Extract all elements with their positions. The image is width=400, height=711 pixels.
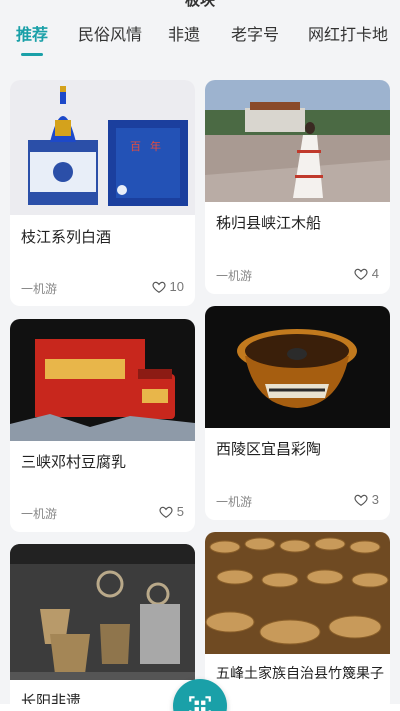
content-card[interactable]: 秭归县峡江木船 一机游 4: [205, 80, 390, 294]
content-card[interactable]: 长阳非遗: [10, 544, 195, 711]
svg-text:年: 年: [150, 139, 161, 153]
heart-icon: [151, 281, 166, 293]
content-card[interactable]: 五峰土家族自治县竹篾果子: [205, 532, 390, 711]
like-button[interactable]: 4: [354, 266, 379, 281]
card-title: 五峰土家族自治县竹篾果子: [216, 665, 384, 681]
tofu-gift-image: [10, 319, 195, 441]
svg-text:百: 百: [130, 140, 141, 153]
category-tabs: 推荐 民俗风情 非遗 老字号 网红打卡地: [0, 24, 400, 56]
card-source: 一机游: [216, 269, 253, 283]
heart-icon: [354, 494, 368, 506]
like-count: 3: [371, 492, 379, 507]
page-title: 板块: [184, 0, 215, 9]
content-card[interactable]: 三峡邓村豆腐乳 一机游 5: [10, 319, 195, 532]
plaza-image: [205, 80, 390, 202]
like-button[interactable]: 3: [354, 492, 379, 507]
tab-folk-customs[interactable]: 民俗风情: [78, 24, 142, 48]
tab-time-honored-brands[interactable]: 老字号: [231, 24, 279, 48]
scan-icon: [189, 696, 211, 711]
pottery-image: [205, 306, 390, 428]
tab-recommended[interactable]: 推荐: [16, 24, 48, 56]
content-card[interactable]: 百 年 枝江系列白酒 一机游 10: [10, 80, 195, 306]
content-card[interactable]: 西陵区宜昌彩陶 一机游 3: [205, 306, 390, 520]
like-button[interactable]: 10: [151, 279, 184, 294]
card-title: 三峡邓村豆腐乳: [21, 454, 127, 471]
heart-icon: [159, 506, 173, 518]
top-bar: 板块 推荐 民俗风情 非遗 老字号 网红打卡地: [0, 0, 400, 62]
like-count: 4: [371, 266, 379, 281]
like-count: 5: [176, 504, 184, 519]
like-button[interactable]: 5: [159, 504, 184, 519]
card-source: 一机游: [21, 507, 58, 521]
liquor-image: 百 年: [10, 80, 195, 215]
card-source: 一机游: [21, 282, 58, 296]
card-title: 西陵区宜昌彩陶: [216, 441, 322, 458]
card-source: 一机游: [216, 495, 253, 509]
baskets-exhibit-image: [10, 544, 195, 680]
bamboo-baskets-image: [205, 532, 390, 654]
like-count: 10: [169, 279, 184, 294]
card-title: 枝江系列白酒: [21, 229, 112, 246]
tab-internet-famous-spots[interactable]: 网红打卡地: [308, 24, 388, 48]
active-tab-indicator: [21, 53, 43, 56]
card-title: 秭归县峡江木船: [216, 215, 322, 232]
heart-icon: [354, 268, 368, 280]
tab-intangible-heritage[interactable]: 非遗: [168, 24, 200, 48]
